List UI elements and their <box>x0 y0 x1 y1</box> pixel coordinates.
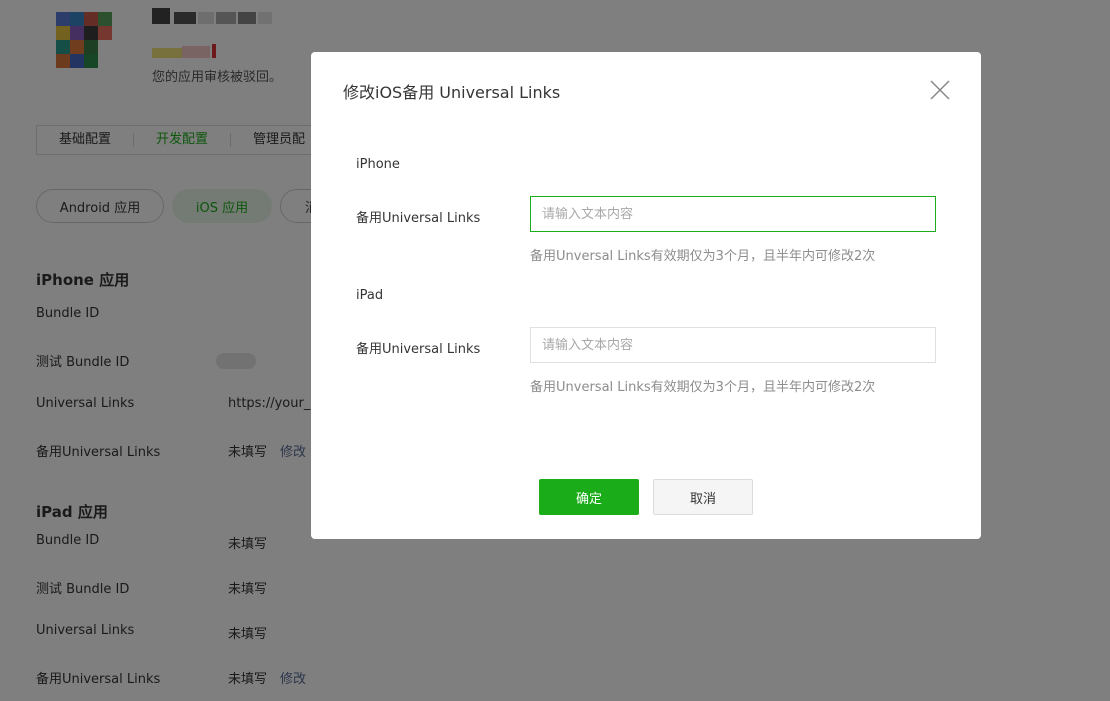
ipad-backup-links-tip: 备用Unversal Links有效期仅为3个月，且半年内可修改2次 <box>530 380 876 395</box>
ipad-backup-links-input[interactable] <box>530 327 936 363</box>
iphone-group-title: iPhone <box>356 157 400 172</box>
iphone-backup-links-tip: 备用Unversal Links有效期仅为3个月，且半年内可修改2次 <box>530 249 876 264</box>
dialog-title: 修改iOS备用 Universal Links <box>343 83 561 102</box>
confirm-button[interactable]: 确定 <box>539 479 639 515</box>
cancel-button[interactable]: 取消 <box>653 479 753 515</box>
edit-universal-links-dialog: 修改iOS备用 Universal Links iPhone 备用Univers… <box>311 52 981 539</box>
close-icon[interactable] <box>928 78 952 102</box>
ipad-backup-links-label: 备用Universal Links <box>356 342 481 357</box>
iphone-backup-links-label: 备用Universal Links <box>356 211 481 226</box>
ipad-group-title: iPad <box>356 288 384 303</box>
iphone-backup-links-input[interactable] <box>530 196 936 232</box>
